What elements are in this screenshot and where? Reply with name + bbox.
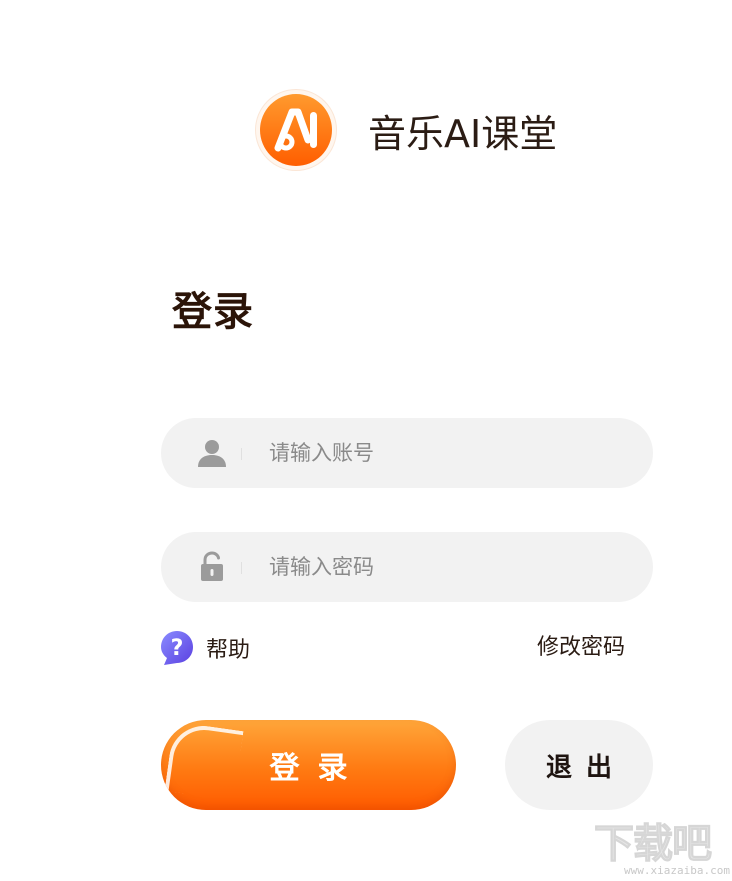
user-icon xyxy=(198,440,226,467)
login-button-label: 登录 xyxy=(269,751,366,786)
music-ai-logo-icon xyxy=(260,94,332,166)
page-title: 登录 xyxy=(172,289,254,335)
change-password-link[interactable]: 修改密码 xyxy=(537,632,625,664)
exit-button-label: 退出 xyxy=(545,752,626,783)
field-divider xyxy=(241,448,242,460)
watermark-url: www.xiazaiba.com xyxy=(624,864,730,877)
help-link[interactable]: ? 帮助 xyxy=(160,630,250,666)
login-window: 音乐AI课堂 登录 ? 帮助 xyxy=(0,0,732,881)
password-input[interactable] xyxy=(269,532,629,602)
account-input[interactable] xyxy=(269,418,629,488)
help-question-icon: ? xyxy=(161,631,193,665)
svg-text:?: ? xyxy=(171,636,184,661)
password-field[interactable] xyxy=(161,532,653,602)
button-gloss xyxy=(164,721,244,801)
lock-icon xyxy=(201,551,223,581)
app-logo xyxy=(256,90,336,170)
watermark-text: 下载吧 xyxy=(594,821,713,867)
account-field[interactable] xyxy=(161,418,653,488)
login-button[interactable]: 登录 xyxy=(161,720,456,810)
watermark: 下载吧 www.xiazaiba.com xyxy=(594,822,730,878)
field-divider xyxy=(241,562,242,574)
help-label: 帮助 xyxy=(206,638,251,663)
exit-button[interactable]: 退出 xyxy=(505,720,653,810)
app-name: 音乐AI课堂 xyxy=(368,112,558,156)
